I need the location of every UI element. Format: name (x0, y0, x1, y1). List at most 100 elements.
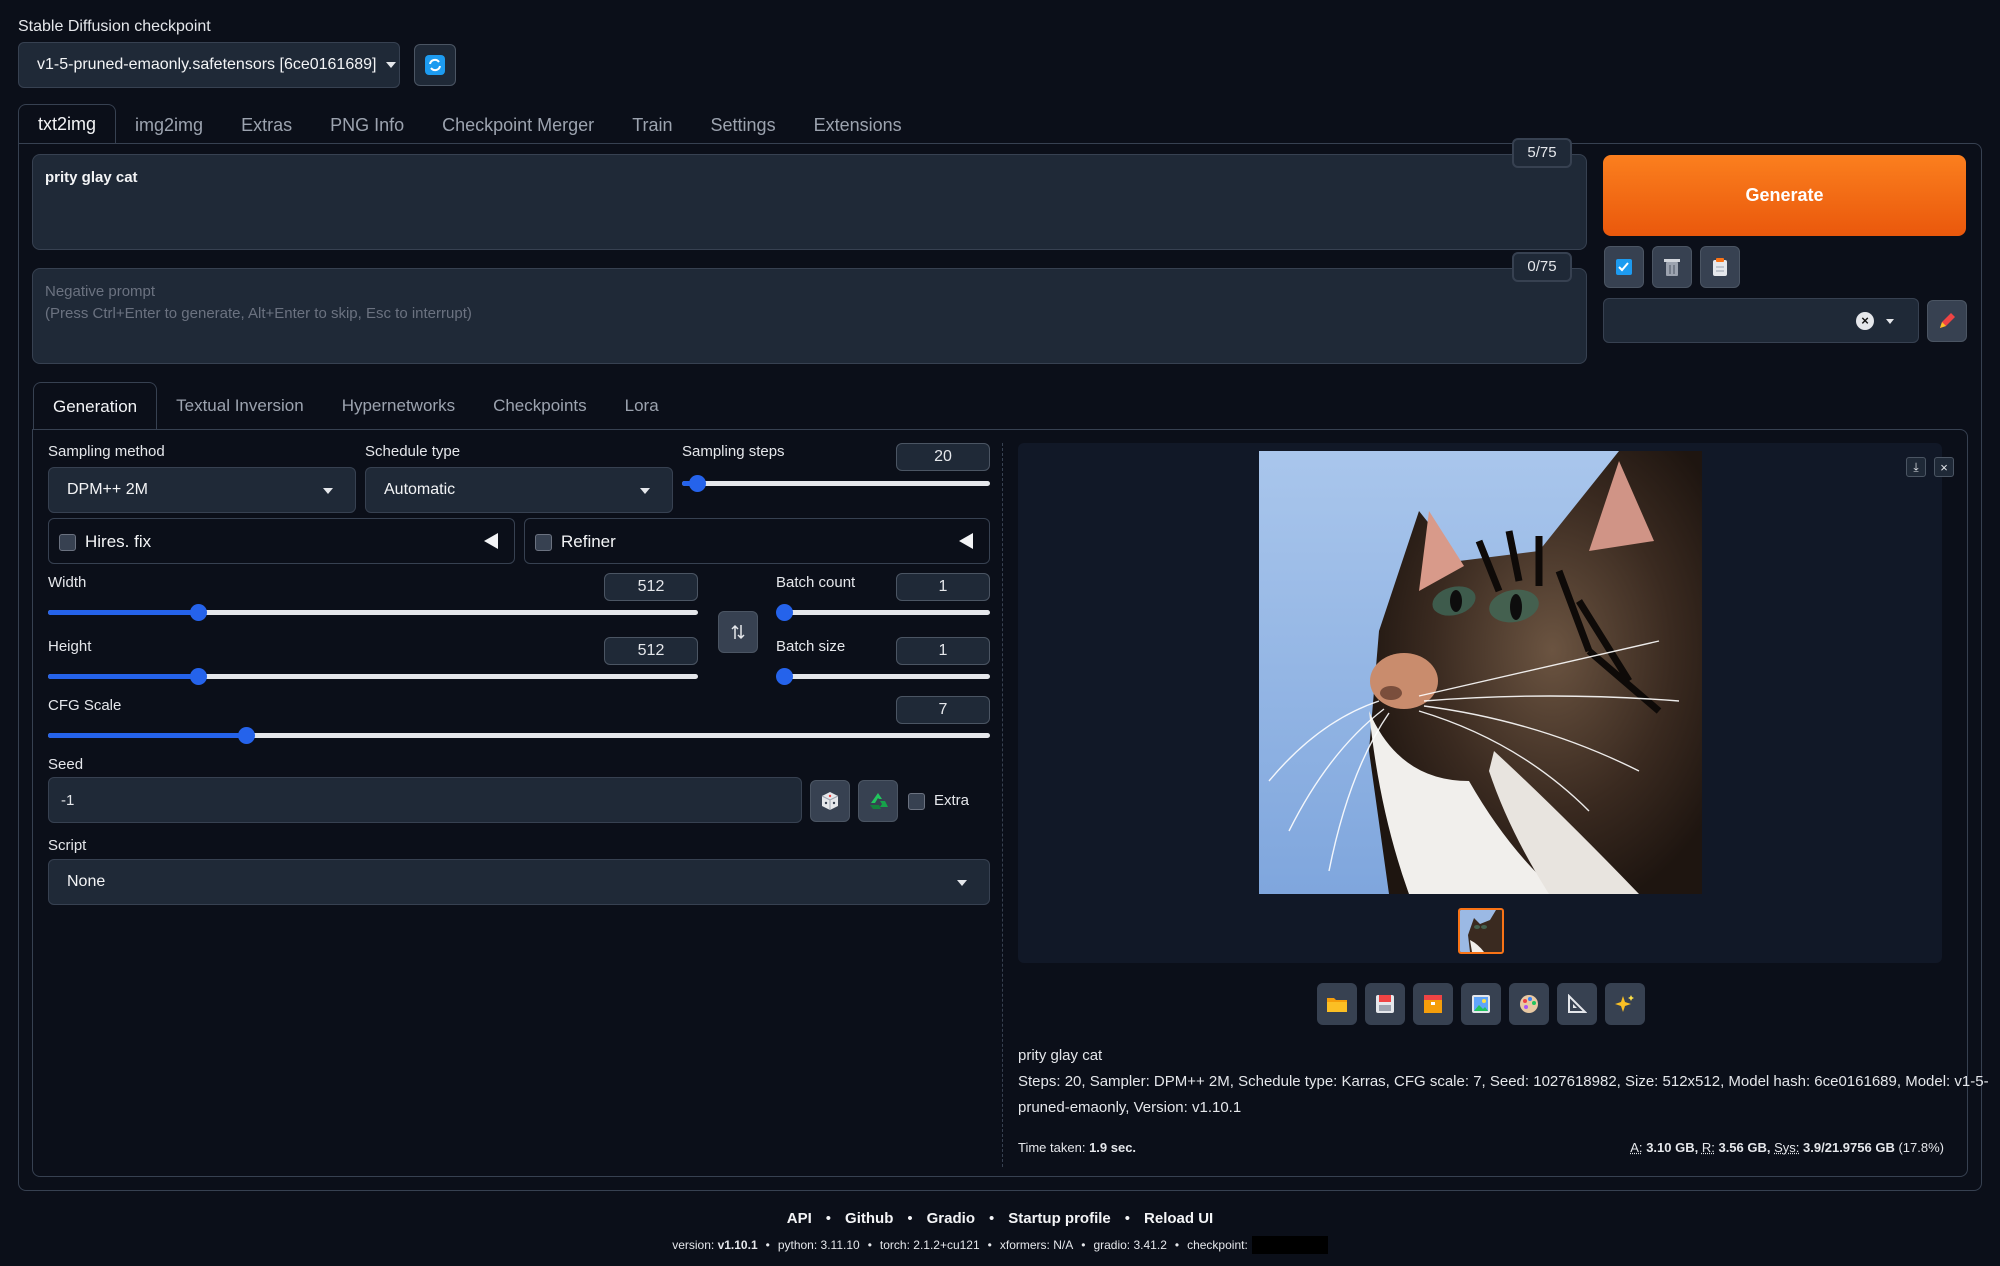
tab-img2img[interactable]: img2img (116, 106, 222, 144)
refiner-label: Refiner (561, 532, 616, 551)
tab-lora[interactable]: Lora (606, 382, 678, 430)
styles-dropdown[interactable]: × (1603, 298, 1919, 343)
sampling-method-dropdown[interactable]: DPM++ 2M (48, 467, 356, 513)
sub-tabs: Generation Textual Inversion Hypernetwor… (33, 382, 678, 430)
seed-input[interactable]: -1 (48, 777, 802, 823)
extra-seed-checkbox[interactable] (908, 793, 925, 810)
batch-count-input[interactable]: 1 (896, 573, 990, 601)
slider-handle[interactable] (189, 604, 207, 621)
footer-link-api[interactable]: API (787, 1210, 812, 1227)
zip-button[interactable] (1413, 983, 1453, 1025)
hires-fix-accordion[interactable]: Hires. fix (48, 518, 515, 564)
edit-styles-button[interactable] (1927, 300, 1967, 342)
script-value: None (67, 873, 106, 890)
collapse-arrow-icon[interactable] (959, 533, 973, 549)
sampling-steps-input[interactable]: 20 (896, 443, 990, 471)
chevron-down-icon (323, 488, 333, 494)
send-to-inpaint-button[interactable] (1509, 983, 1549, 1025)
torch-label: torch: (879, 1238, 910, 1252)
slider-handle[interactable] (689, 475, 707, 492)
slider-handle[interactable] (776, 668, 793, 685)
width-slider[interactable] (48, 600, 698, 624)
cfg-scale-input[interactable]: 7 (896, 696, 990, 724)
download-icon[interactable]: ⤓ (1906, 457, 1926, 477)
negative-prompt-textarea[interactable]: Negative prompt (Press Ctrl+Enter to gen… (32, 268, 1587, 364)
refresh-icon (425, 55, 445, 75)
checkpoint-dropdown[interactable]: v1-5-pruned-emaonly.safetensors [6ce0161… (18, 42, 400, 88)
refiner-checkbox[interactable] (535, 534, 552, 551)
tab-png-info[interactable]: PNG Info (311, 106, 423, 144)
slider-handle[interactable] (776, 604, 793, 621)
footer-link-gradio[interactable]: Gradio (927, 1210, 975, 1227)
tab-hypernetworks[interactable]: Hypernetworks (323, 382, 474, 430)
generated-image[interactable] (1259, 451, 1702, 894)
save-button[interactable] (1365, 983, 1405, 1025)
checkbox-arrow-icon (1616, 259, 1632, 275)
checkpoint-redacted (1251, 1236, 1328, 1254)
random-seed-button[interactable] (810, 780, 850, 822)
schedule-type-dropdown[interactable]: Automatic (365, 467, 673, 513)
sampling-steps-slider[interactable] (682, 471, 990, 495)
tab-checkpoints[interactable]: Checkpoints (474, 382, 606, 430)
version-label: version: (672, 1238, 715, 1252)
version-value: v1.10.1 (717, 1238, 758, 1252)
reuse-seed-button[interactable] (858, 780, 898, 822)
time-taken-label: Time taken: (1018, 1140, 1086, 1155)
slider-handle[interactable] (189, 668, 207, 685)
negative-token-counter: 0/75 (1512, 252, 1572, 282)
batch-count-label: Batch count (776, 574, 856, 591)
refresh-checkpoint-button[interactable] (414, 44, 456, 86)
collapse-arrow-icon[interactable] (484, 533, 498, 549)
gallery-thumbnail[interactable] (1458, 908, 1504, 954)
swap-dimensions-button[interactable] (718, 611, 758, 653)
tab-extensions[interactable]: Extensions (795, 106, 921, 144)
send-to-img2img-button[interactable] (1461, 983, 1501, 1025)
script-dropdown[interactable]: None (48, 859, 990, 905)
footer-links: API • Github • Gradio • Startup profile … (786, 1210, 1214, 1227)
hires-fix-checkbox[interactable] (59, 534, 76, 551)
mem-sys-value: 3.9/21.9756 GB (1803, 1140, 1895, 1155)
width-input[interactable]: 512 (604, 573, 698, 601)
torch-value: 2.1.2+cu121 (913, 1238, 980, 1252)
chevron-down-icon (640, 488, 650, 494)
mem-pct-value: (17.8%) (1898, 1140, 1944, 1155)
apply-styles-button[interactable] (1700, 246, 1740, 288)
close-icon[interactable]: × (1934, 457, 1954, 477)
tab-textual-inversion[interactable]: Textual Inversion (157, 382, 323, 430)
tab-generation[interactable]: Generation (33, 382, 158, 430)
dice-icon (821, 792, 839, 810)
checkpoint-footer-label: checkpoint: (1187, 1238, 1248, 1252)
schedule-type-label: Schedule type (365, 443, 461, 460)
negative-prompt-hint: (Press Ctrl+Enter to generate, Alt+Enter… (45, 305, 472, 322)
height-input[interactable]: 512 (604, 637, 698, 665)
output-prompt: prity glay cat (1018, 1047, 1103, 1064)
cfg-scale-slider[interactable] (48, 723, 990, 747)
height-slider[interactable] (48, 664, 698, 688)
clear-icon[interactable]: × (1856, 312, 1874, 330)
batch-size-slider[interactable] (776, 664, 990, 688)
tab-extras[interactable]: Extras (222, 106, 311, 144)
tab-train[interactable]: Train (613, 106, 691, 144)
batch-size-input[interactable]: 1 (896, 637, 990, 665)
open-folder-button[interactable] (1317, 983, 1357, 1025)
tab-settings[interactable]: Settings (692, 106, 795, 144)
slider-handle[interactable] (237, 727, 255, 744)
prompt-textarea[interactable]: prity glay cat (32, 154, 1587, 250)
python-value: 3.11.10 (820, 1238, 860, 1252)
generate-button[interactable]: Generate (1603, 155, 1966, 236)
batch-count-slider[interactable] (776, 600, 990, 624)
footer-link-github[interactable]: Github (845, 1210, 893, 1227)
upscale-button[interactable] (1605, 983, 1645, 1025)
tab-txt2img[interactable]: txt2img (18, 104, 117, 144)
folder-icon (1327, 998, 1347, 1012)
tab-checkpoint-merger[interactable]: Checkpoint Merger (423, 106, 613, 144)
time-taken-value: 1.9 sec. (1089, 1140, 1137, 1155)
footer-link-startup-profile[interactable]: Startup profile (1008, 1210, 1111, 1227)
read-params-button[interactable] (1604, 246, 1644, 288)
clear-prompt-button[interactable] (1652, 246, 1692, 288)
cat-thumbnail-image (1460, 910, 1502, 952)
refiner-accordion[interactable]: Refiner (524, 518, 990, 564)
ruler-triangle-icon (1568, 994, 1587, 1013)
footer-link-reload-ui[interactable]: Reload UI (1144, 1210, 1213, 1227)
send-to-extras-button[interactable] (1557, 983, 1597, 1025)
